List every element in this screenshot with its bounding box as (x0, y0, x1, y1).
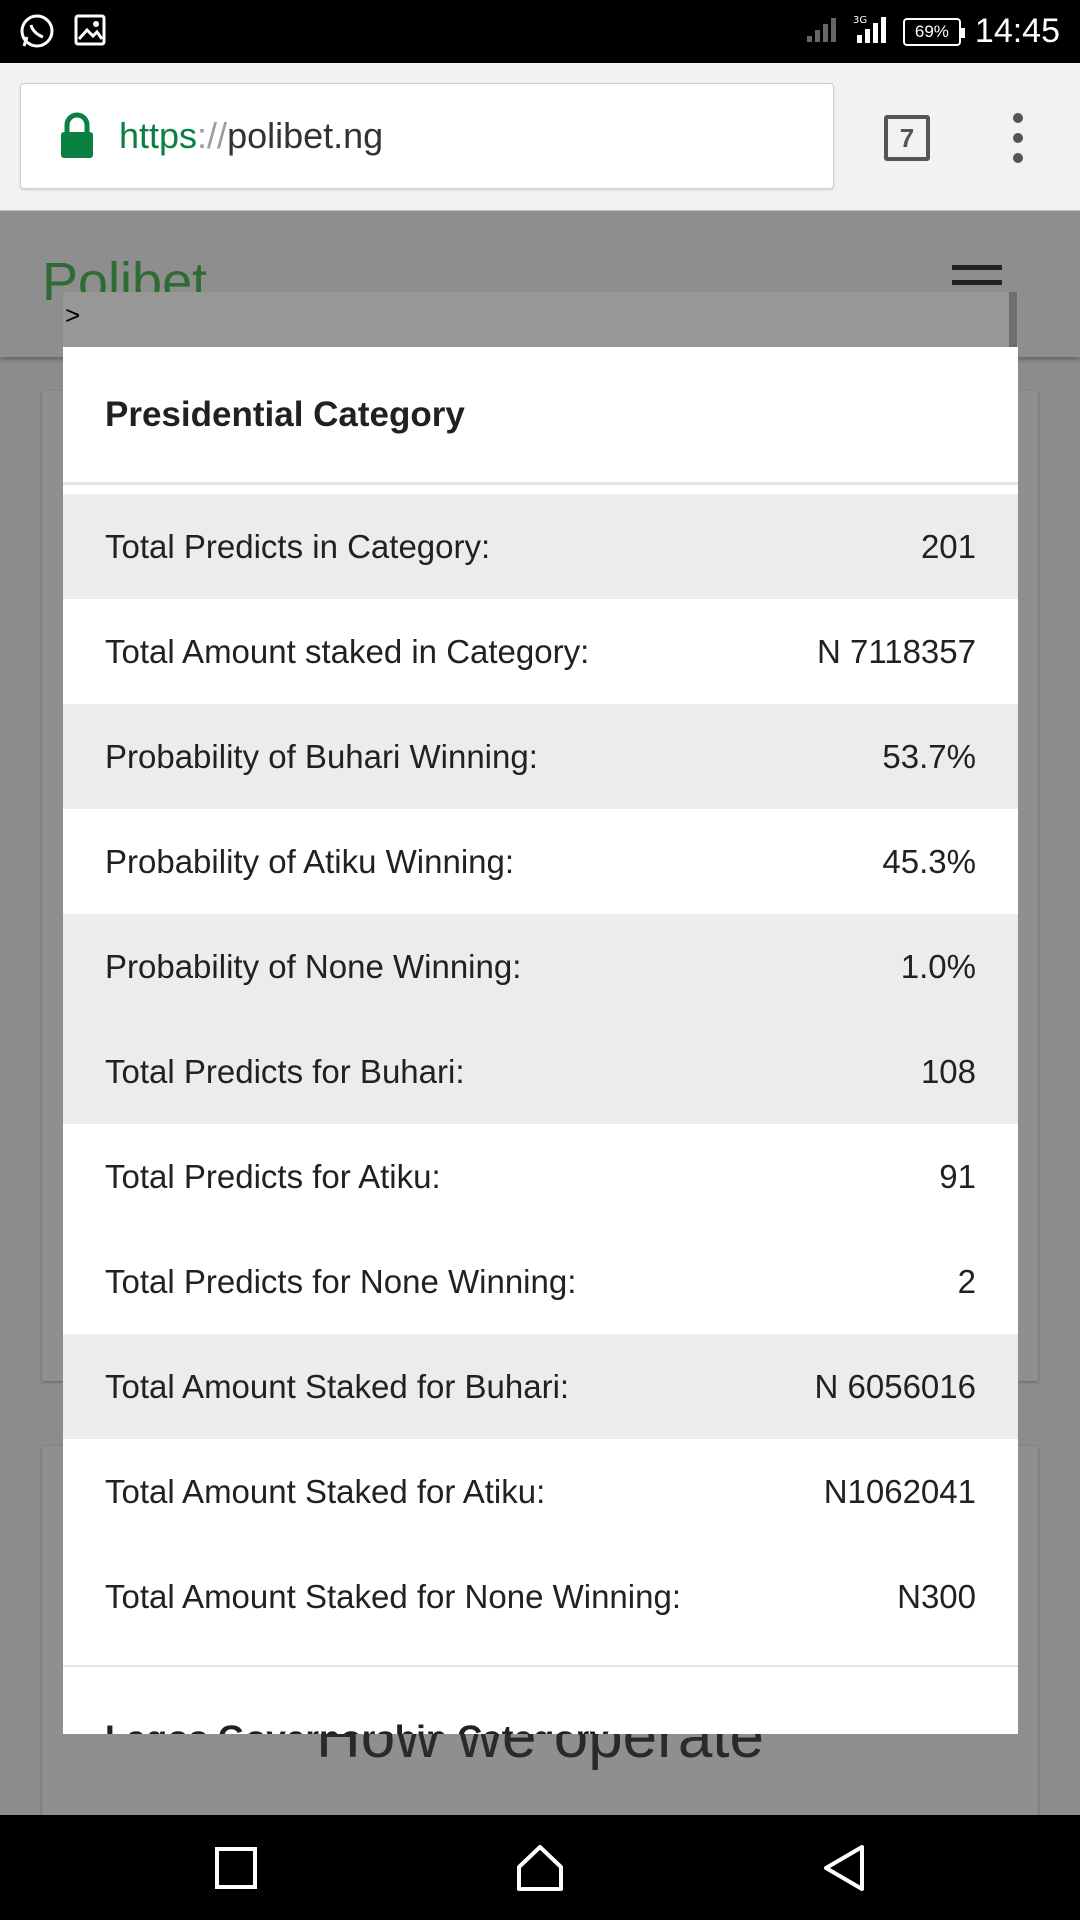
stat-row: Probability of Atiku Winning: 45.3% (63, 809, 1018, 914)
menu-dot (1013, 133, 1023, 143)
gallery-icon (72, 12, 108, 55)
stat-label: Probability of Buhari Winning: (105, 737, 538, 775)
navigation-bar (0, 1815, 1080, 1920)
stat-label: Total Predicts for Buhari: (105, 1052, 465, 1090)
stat-label: Total Predicts in Category: (105, 527, 491, 565)
stat-label: Total Predicts for None Winning: (105, 1262, 577, 1300)
stat-row: Total Amount Staked for None Winning: N30… (63, 1544, 1018, 1649)
lock-icon (61, 112, 93, 158)
stat-label: Total Amount staked in Category: (105, 632, 590, 670)
url-text: https://polibet.ng (119, 115, 383, 157)
address-bar[interactable]: https://polibet.ng (20, 83, 834, 189)
signal-icon (805, 14, 839, 49)
modal-arrow-text: > (65, 300, 81, 330)
stat-row: Total Predicts in Category: 201 (63, 494, 1018, 599)
stat-row: Total Predicts for Buhari: 108 (63, 1019, 1018, 1124)
stat-row: Total Amount Staked for Atiku: N1062041 (63, 1439, 1018, 1544)
next-category-title: Lagos Governorship Category (105, 1719, 609, 1734)
stat-value: N300 (897, 1577, 976, 1615)
signal-3g-icon: 3G (853, 13, 889, 50)
stat-value: N1062041 (823, 1472, 976, 1510)
stat-value: 91 (939, 1157, 976, 1195)
stats-list: Total Predicts in Category: 201 Total Amo… (63, 494, 1018, 1649)
back-icon[interactable] (818, 1841, 872, 1895)
tab-switcher-button[interactable]: 7 (884, 115, 930, 161)
menu-dot (1013, 113, 1023, 123)
modal-title: Presidential Category (105, 394, 465, 434)
stat-label: Total Amount Staked for Buhari: (105, 1367, 570, 1405)
stat-label: Probability of None Winning: (105, 947, 522, 985)
stat-value: 45.3% (882, 842, 976, 880)
stat-label: Total Predicts for Atiku: (105, 1157, 441, 1195)
svg-text:3G: 3G (853, 15, 867, 26)
url-separator: :// (197, 115, 228, 156)
next-category-section: Lagos Governorship Category (63, 1665, 1018, 1734)
stats-modal: Presidential Category Total Predicts in … (63, 347, 1018, 1734)
stat-label: Total Amount Staked for None Winning: (105, 1577, 681, 1615)
whatsapp-icon (18, 12, 56, 55)
stat-row: Total Predicts for Atiku: 91 (63, 1124, 1018, 1229)
recents-icon[interactable] (209, 1841, 263, 1895)
stat-value: 201 (920, 527, 976, 565)
clock: 14:45 (974, 12, 1060, 50)
stat-value: 1.0% (900, 947, 976, 985)
stat-row: Total Amount Staked for Buhari: N 6056016 (63, 1334, 1018, 1439)
stat-value: N 6056016 (814, 1367, 976, 1405)
browser-toolbar: https://polibet.ng 7 (0, 63, 1080, 211)
stat-value: 2 (957, 1262, 976, 1300)
stat-value: N 7118357 (816, 632, 976, 670)
overflow-menu-button[interactable] (1008, 113, 1028, 163)
modal-header: Presidential Category (63, 347, 1018, 485)
stat-label: Probability of Atiku Winning: (105, 842, 515, 880)
stat-value: 108 (920, 1052, 976, 1090)
stat-row: Total Amount staked in Category: N 711835… (63, 599, 1018, 704)
url-host: polibet.ng (227, 115, 384, 156)
stat-row: Probability of Buhari Winning: 53.7% (63, 704, 1018, 809)
stat-row: Probability of None Winning: 1.0% (63, 914, 1018, 1019)
hamburger-line (952, 265, 1002, 270)
hamburger-line (952, 279, 1002, 285)
stat-value: 53.7% (882, 737, 976, 775)
status-bar: 3G 69% 14:45 (0, 0, 1080, 63)
battery-icon: 69% (902, 17, 965, 46)
stat-label: Total Amount Staked for Atiku: (105, 1472, 546, 1510)
home-icon[interactable] (513, 1841, 567, 1895)
menu-dot (1013, 153, 1023, 163)
stat-row: Total Predicts for None Winning: 2 (63, 1229, 1018, 1334)
url-scheme: https (119, 115, 198, 156)
